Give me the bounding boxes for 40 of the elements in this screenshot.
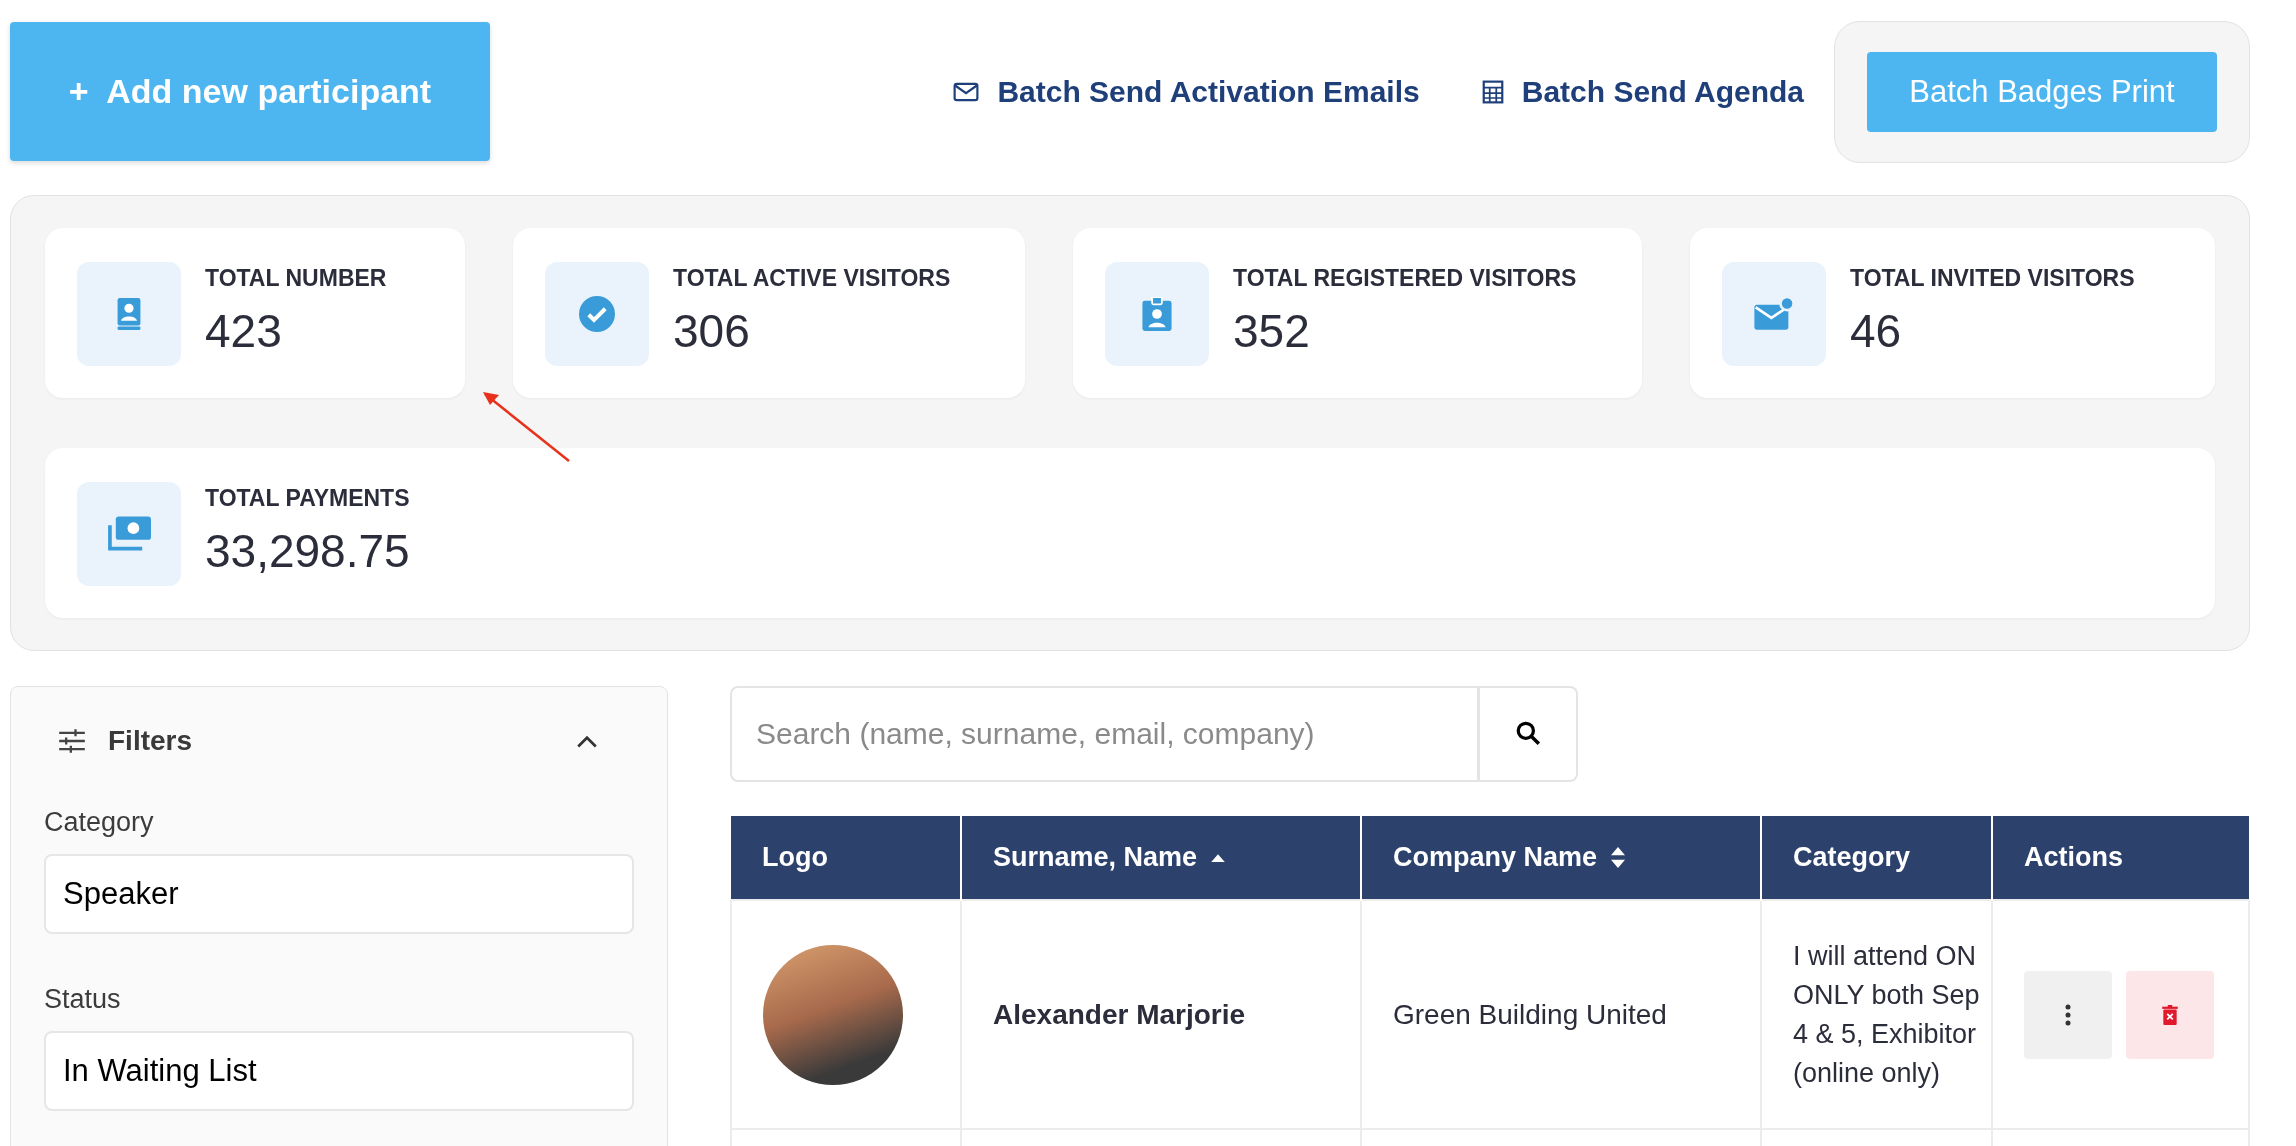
chevron-icon[interactable]	[576, 734, 598, 748]
filters-title: Filters	[108, 725, 193, 757]
filter-select[interactable]: Speaker	[44, 854, 634, 934]
contact-book-icon	[115, 298, 143, 330]
column-header[interactable]: Actions	[1992, 816, 2249, 900]
stat-title: TOTAL INVITED VISITORS	[1850, 265, 2135, 292]
stat-value: 423	[205, 304, 283, 358]
stat-title: TOTAL REGISTERED VISITORS	[1233, 265, 1577, 292]
stat-value: 306	[673, 304, 751, 358]
filter-select[interactable]: In Waiting List	[44, 1031, 634, 1111]
stat-title: TOTAL PAYMENTS	[205, 485, 410, 512]
batch-send-link[interactable]: Batch Send Agenda	[1481, 74, 1804, 109]
stat-value: 33,298.75	[205, 524, 410, 578]
search-button[interactable]	[1480, 686, 1578, 782]
stat-value: 352	[1233, 304, 1311, 358]
kebab-icon	[2065, 1003, 2071, 1026]
money-icon	[107, 516, 151, 552]
participant-name: Alexander Marjorie	[993, 998, 1246, 1030]
stat-title: TOTAL ACTIVE VISITORS	[673, 265, 951, 292]
envelope-notification-icon	[1754, 297, 1794, 331]
column-header[interactable]: Company Name	[1361, 816, 1761, 900]
column-header[interactable]: Surname, Name	[961, 816, 1361, 900]
search-field[interactable]: Search (name, surname, email, company)	[730, 686, 1480, 782]
company-name: Green Building United	[1393, 998, 1667, 1030]
stat-title: TOTAL NUMBER	[205, 265, 387, 292]
batch-send-link[interactable]: Batch Send Activation Emails	[953, 74, 1420, 109]
sliders-icon	[58, 728, 86, 754]
filter-label: Status	[44, 984, 122, 1015]
search-icon	[1515, 719, 1541, 746]
envelope-icon	[953, 81, 980, 102]
category-text: I will attend ON ONLY both Sep 4 & 5, Exhibitor (online only)	[1793, 939, 1981, 1090]
filter-label: Category	[44, 807, 155, 838]
column-header[interactable]: Category	[1761, 816, 1992, 900]
trash-icon	[2162, 1004, 2178, 1025]
check-circle-icon	[579, 296, 615, 332]
delete-button[interactable]	[2126, 970, 2214, 1059]
id-badge-icon	[1142, 297, 1172, 331]
column-header[interactable]: Logo	[731, 816, 961, 900]
stat-value: 46	[1850, 304, 1903, 358]
calendar-grid-icon	[1481, 79, 1504, 104]
